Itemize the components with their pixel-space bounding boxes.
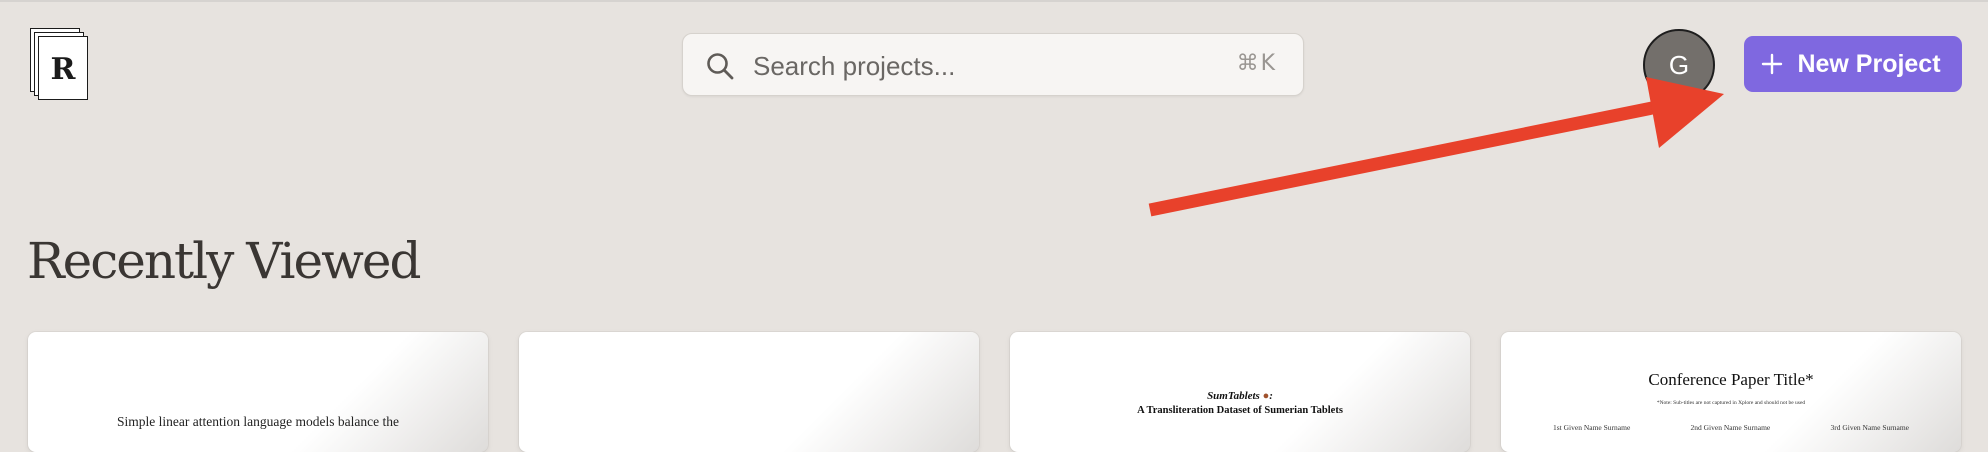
project-preview-subtitle: A Transliteration Dataset of Sumerian Ta… [1137, 405, 1343, 416]
project-preview-title: Conference Paper Title* [1648, 370, 1814, 389]
seal-icon: ● [1262, 390, 1270, 402]
author-name: 1st Given Name Surname [1553, 423, 1631, 432]
new-project-button[interactable]: New Project [1744, 36, 1962, 92]
project-preview-authors: 1st Given Name Surname 2nd Given Name Su… [1553, 423, 1909, 432]
search-bar[interactable]: ⌘K [682, 33, 1304, 96]
project-preview-text: Simple linear attention language models … [117, 414, 399, 429]
avatar-initial: G [1668, 49, 1690, 80]
project-preview-note: *Note: Sub-titles are not captured in Xp… [1656, 400, 1806, 406]
author-name: 2nd Given Name Surname [1690, 423, 1771, 432]
keyboard-shortcut-hint: ⌘K [1236, 51, 1277, 76]
search-icon [707, 53, 734, 80]
project-card[interactable]: SumTablets ●: A Transliteration Dataset … [1010, 332, 1470, 452]
new-project-label: New Project [1797, 49, 1941, 78]
user-avatar[interactable]: G [1643, 29, 1715, 101]
top-border [0, 0, 1988, 2]
project-card[interactable]: Conference Paper Title* *Note: Sub-title… [1501, 332, 1961, 452]
logo-letter: R [50, 51, 76, 87]
search-input[interactable] [751, 46, 1175, 86]
author-name: 3rd Given Name Surname [1830, 423, 1909, 432]
title-text: SumTablets [1207, 390, 1260, 402]
app-logo[interactable]: R [30, 28, 90, 100]
project-preview-title: SumTablets ●: [1207, 390, 1273, 402]
plus-icon [1762, 53, 1783, 75]
project-card[interactable]: Simple linear attention language models … [28, 332, 488, 452]
project-card[interactable] [519, 332, 979, 452]
section-title: Recently Viewed [27, 232, 421, 290]
arrow-shaft [1148, 97, 1674, 217]
